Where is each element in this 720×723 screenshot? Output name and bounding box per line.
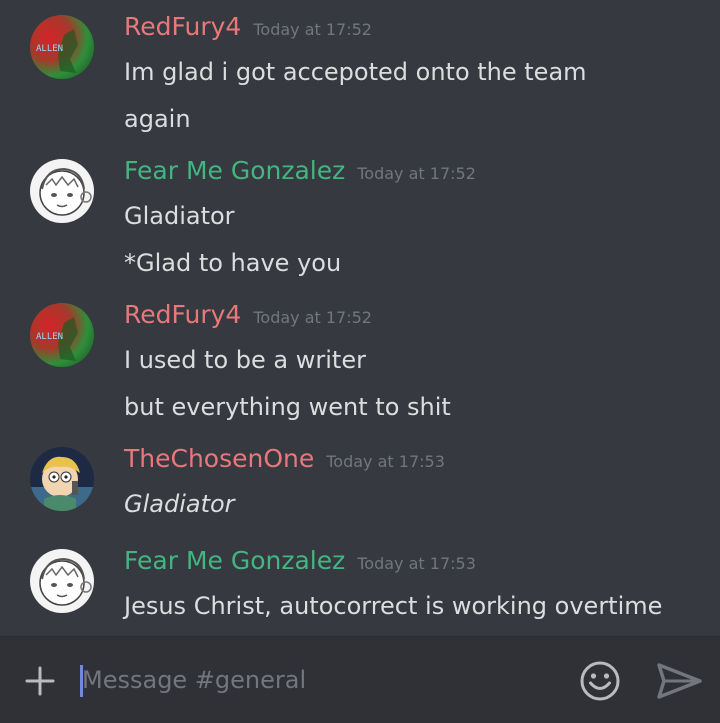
add-attachment-button[interactable] [22,663,58,699]
author-name[interactable]: RedFury4 [124,12,241,41]
timestamp: Today at 17:53 [326,452,445,471]
redfury4-avatar-icon: ALLEN [30,15,94,79]
message-composer [0,636,720,723]
send-icon [657,663,702,699]
message-list: ALLEN RedFury4 Today at 17:52 Im glad i g… [0,0,720,636]
message-text: but everything went to shit [124,393,451,421]
avatar[interactable]: ALLEN [30,303,94,367]
emoji-button[interactable] [578,659,622,703]
timestamp: Today at 17:52 [357,164,476,183]
avatar[interactable] [30,549,94,613]
message-text: Jesus Christ, autocorrect is working ove… [124,592,663,620]
message-header: RedFury4 Today at 17:52 [124,12,372,41]
plus-icon [25,666,55,696]
author-name[interactable]: TheChosenOne [124,444,314,473]
avatar[interactable]: ALLEN [30,15,94,79]
message-text: again [124,105,191,133]
avatar[interactable] [30,159,94,223]
text-caret [80,665,83,697]
avatar[interactable] [30,447,94,511]
timestamp: Today at 17:52 [253,308,372,327]
chosenone-avatar-icon [30,447,94,511]
message-header: RedFury4 Today at 17:52 [124,300,372,329]
timestamp: Today at 17:53 [357,554,476,573]
gonzalez-avatar-icon [30,159,94,223]
message-text: I used to be a writer [124,346,366,374]
smiley-icon [580,661,620,701]
author-name[interactable]: Fear Me Gonzalez [124,546,345,575]
gonzalez-avatar-icon [30,549,94,613]
message-text: *Glad to have you [124,249,342,277]
message-input-wrapper [78,661,562,699]
author-name[interactable]: RedFury4 [124,300,241,329]
message-text: Im glad i got accepoted onto the team [124,58,587,86]
message-header: Fear Me Gonzalez Today at 17:53 [124,546,476,575]
message-header: TheChosenOne Today at 17:53 [124,444,445,473]
avatar-text: ALLEN [36,332,63,342]
redfury4-avatar-icon: ALLEN [30,303,94,367]
message-text: Gladiator [124,202,235,230]
message-text: Gladiator [124,490,235,518]
message-input[interactable] [78,661,562,699]
author-name[interactable]: Fear Me Gonzalez [124,156,345,185]
timestamp: Today at 17:52 [253,20,372,39]
send-button[interactable] [656,661,702,701]
avatar-text: ALLEN [36,44,63,54]
message-header: Fear Me Gonzalez Today at 17:52 [124,156,476,185]
